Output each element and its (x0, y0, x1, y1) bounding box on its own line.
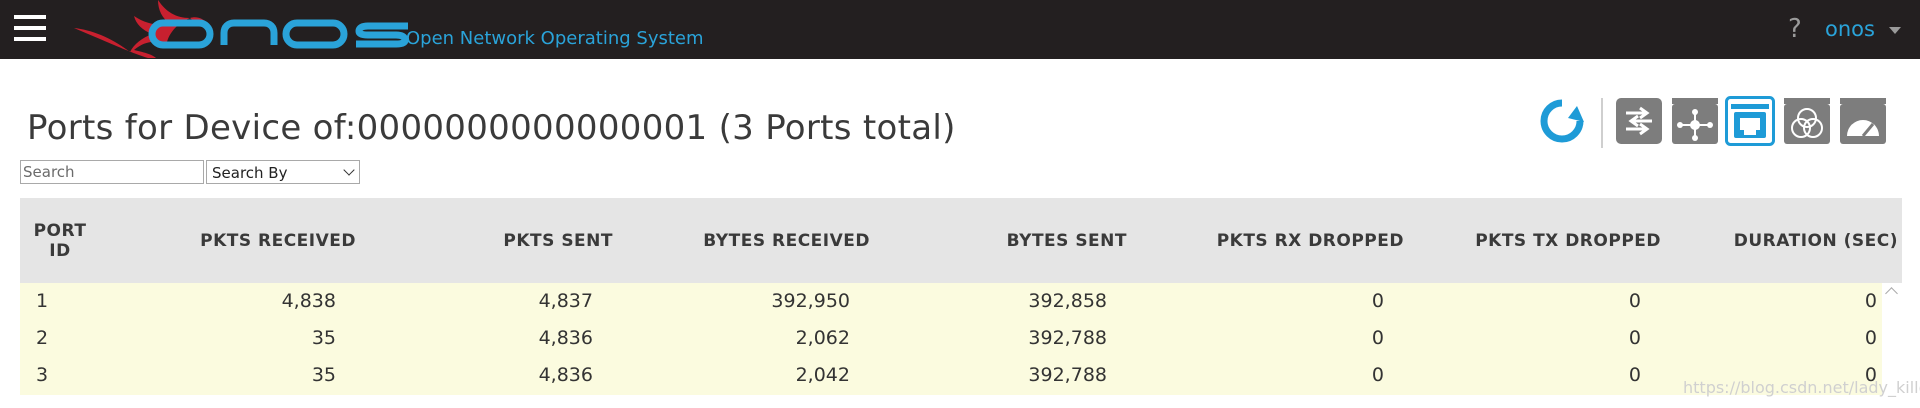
column-header-duration[interactable]: DURATION (SEC) (1680, 198, 1898, 283)
toolbar-divider (1601, 98, 1603, 148)
cell-pkts-sent: 4,836 (538, 364, 593, 386)
cell-pkts-rx-dropped: 0 (1371, 327, 1384, 349)
page-title: Ports for Device of:0000000000000001 (3 … (27, 108, 956, 148)
table-row[interactable]: 3 35 4,836 2,042 392,788 0 0 0 (20, 357, 1882, 394)
cell-pkts-sent: 4,836 (538, 327, 593, 349)
cell-bytes-received: 2,042 (795, 364, 850, 386)
cell-port-id: 1 (36, 290, 49, 312)
port-grid-icon (1672, 98, 1718, 144)
column-header-bytes-received[interactable]: BYTES RECEIVED (620, 198, 870, 283)
meters-button[interactable] (1840, 98, 1886, 144)
search-by-select[interactable]: Search By (206, 160, 360, 184)
user-menu-caret-icon[interactable] (1889, 27, 1901, 34)
hamburger-menu-icon[interactable] (14, 15, 46, 41)
brand-subtitle: Open Network Operating System (406, 28, 704, 49)
cell-bytes-received: 2,062 (795, 327, 850, 349)
cell-bytes-sent: 392,858 (1028, 290, 1107, 312)
groups-icon (1784, 98, 1830, 144)
cell-duration: 0 (1864, 290, 1877, 312)
cell-pkts-tx-dropped: 0 (1628, 327, 1641, 349)
column-header-port-id[interactable]: PORT ID (20, 198, 100, 283)
watermark-text: https://blog.csdn.net/lady_killer9 (1683, 378, 1920, 397)
column-header-pkts-rx-dropped[interactable]: PKTS RX DROPPED (1140, 198, 1404, 283)
cell-pkts-received: 35 (311, 327, 336, 349)
cell-duration: 0 (1864, 327, 1877, 349)
cell-pkts-sent: 4,837 (538, 290, 593, 312)
cell-pkts-rx-dropped: 0 (1371, 364, 1384, 386)
cell-pkts-rx-dropped: 0 (1371, 290, 1384, 312)
flows-button[interactable] (1616, 98, 1662, 144)
top-bar: Open Network Operating System ? onos (0, 0, 1920, 59)
cell-bytes-received: 392,950 (771, 290, 850, 312)
cell-port-id: 2 (36, 327, 49, 349)
help-icon[interactable]: ? (1788, 14, 1802, 44)
cell-port-id: 3 (36, 364, 49, 386)
ports-icon (1725, 96, 1775, 146)
cell-pkts-received: 35 (311, 364, 336, 386)
cell-pkts-received: 4,838 (281, 290, 336, 312)
cell-bytes-sent: 392,788 (1028, 364, 1107, 386)
cell-pkts-tx-dropped: 0 (1628, 364, 1641, 386)
column-header-pkts-sent[interactable]: PKTS SENT (406, 198, 613, 283)
groups-button[interactable] (1784, 98, 1830, 144)
column-header-pkts-tx-dropped[interactable]: PKTS TX DROPPED (1420, 198, 1661, 283)
table-row[interactable]: 2 35 4,836 2,062 392,788 0 0 0 (20, 320, 1882, 357)
device-table-button[interactable] (1672, 98, 1718, 144)
column-header-pkts-received[interactable]: PKTS RECEIVED (120, 198, 356, 283)
column-header-bytes-sent[interactable]: BYTES SENT (890, 198, 1127, 283)
cell-bytes-sent: 392,788 (1028, 327, 1107, 349)
onos-logo[interactable] (72, 0, 412, 59)
onos-wordmark (148, 19, 409, 49)
refresh-icon[interactable] (1537, 96, 1587, 146)
ports-button[interactable] (1725, 96, 1775, 146)
chevron-down-icon (343, 164, 355, 176)
onos-bird-icon (74, 0, 206, 58)
table-body: 1 4,838 4,837 392,950 392,858 0 0 0 2 35… (20, 283, 1882, 395)
user-menu-label[interactable]: onos (1825, 17, 1875, 41)
search-input[interactable] (20, 160, 204, 184)
flows-icon (1626, 106, 1652, 136)
table-header: PORT ID PKTS RECEIVED PKTS SENT BYTES RE… (20, 198, 1902, 283)
cell-pkts-tx-dropped: 0 (1628, 290, 1641, 312)
table-row[interactable]: 1 4,838 4,837 392,950 392,858 0 0 0 (20, 283, 1882, 320)
scroll-up-icon[interactable] (1885, 287, 1898, 300)
search-by-value: Search By (212, 164, 288, 182)
meters-icon (1840, 98, 1886, 144)
